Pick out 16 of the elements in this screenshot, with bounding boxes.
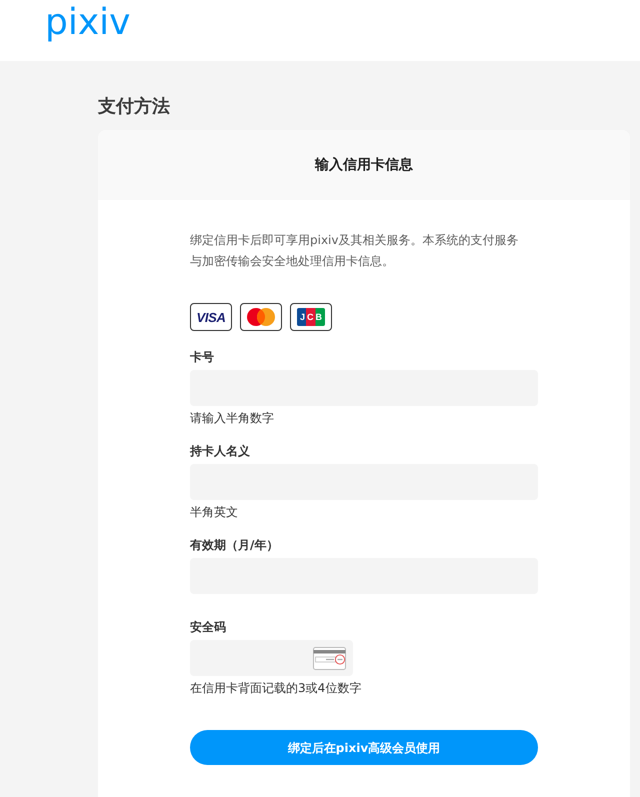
input-field[interactable] [190,640,353,676]
field-hint: 半角英文 [190,504,238,520]
page-title: 支付方法 [98,96,170,118]
card-back-icon [313,646,346,670]
submit-button[interactable]: 绑定后在pixiv高级会员使用 [190,730,538,765]
visa-logo: VISA [190,303,232,331]
card-panel-title: 输入信用卡信息 [315,156,413,174]
field-hint: 请输入半角数字 [190,410,274,426]
field-label: 安全码 [190,619,226,636]
overlapping-circles-icon [247,308,275,326]
field-label: 持卡人名义 [190,443,250,460]
field-hint: 在信用卡背面记载的3或4位数字 [190,680,362,696]
description-text: 绑定信用卡后即可享用pixiv及其相关服务。本系统的支付服务与加密传输会安全地处理信用卡信息。 [190,232,520,270]
field-label: 有效期（月/年） [190,537,278,554]
site-logo[interactable]: pixiv [45,2,130,43]
field-label: 卡号 [190,349,214,366]
